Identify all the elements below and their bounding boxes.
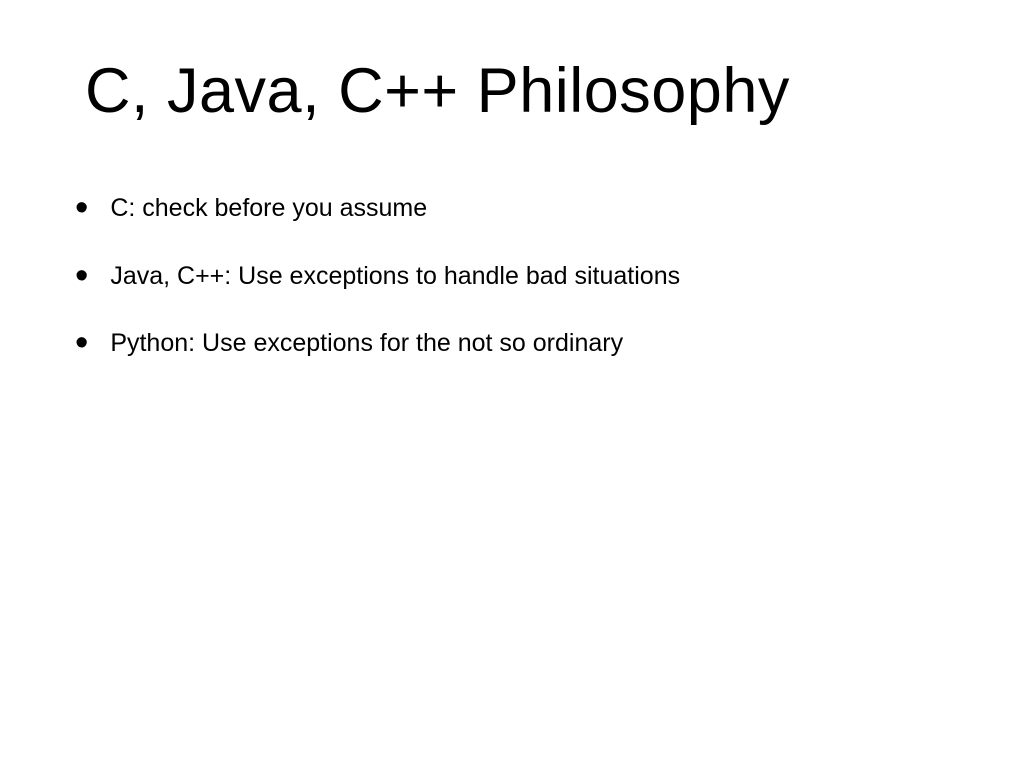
bullet-icon: • (75, 257, 88, 295)
bullet-text: Python: Use exceptions for the not so or… (110, 327, 623, 360)
slide-container: C, Java, C++ Philosophy • C: check befor… (0, 0, 1024, 768)
bullet-icon: • (75, 189, 88, 227)
list-item: • Java, C++: Use exceptions to handle ba… (75, 253, 949, 293)
list-item: • Python: Use exceptions for the not so … (75, 320, 949, 360)
bullet-text: Java, C++: Use exceptions to handle bad … (110, 260, 680, 293)
bullet-list: • C: check before you assume • Java, C++… (75, 185, 949, 360)
slide-title: C, Java, C++ Philosophy (75, 55, 949, 127)
list-item: • C: check before you assume (75, 185, 949, 225)
bullet-text: C: check before you assume (110, 192, 427, 225)
bullet-icon: • (75, 324, 88, 362)
